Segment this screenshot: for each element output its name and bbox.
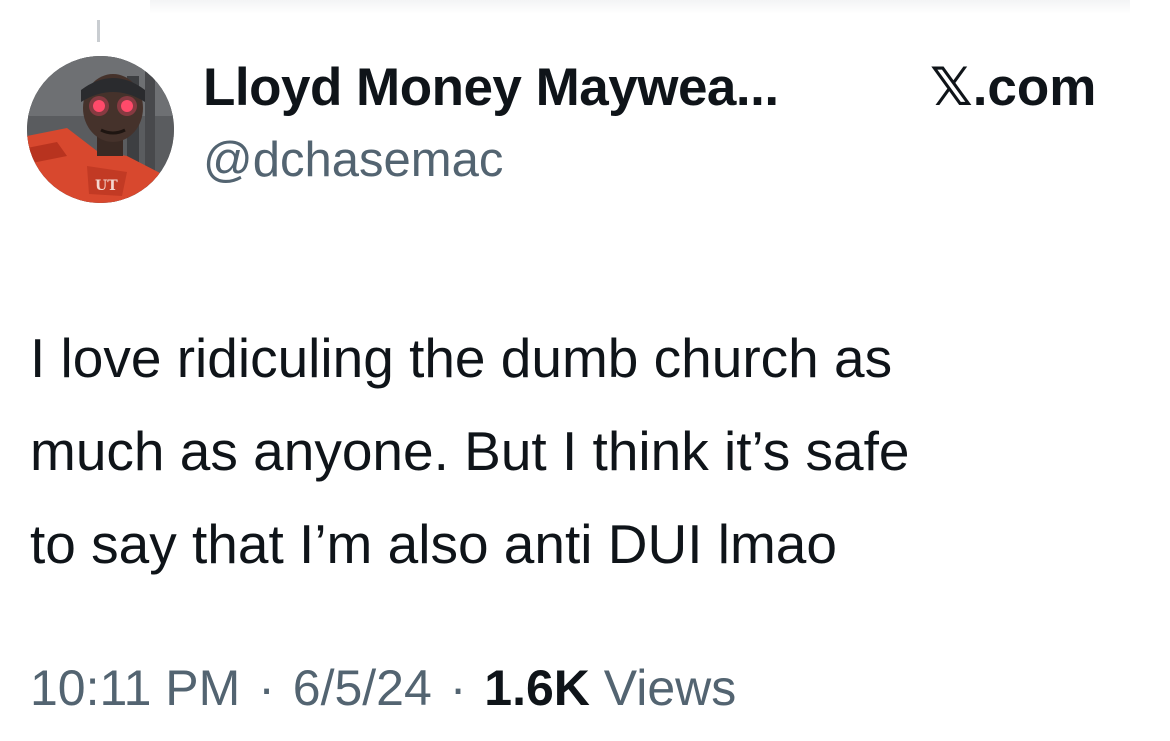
top-edge-fade [150,0,1130,14]
svg-text:UT: UT [95,178,118,194]
scroll-indicator [97,20,100,42]
tweet-metadata: 10:11 PM · 6/5/24 · 1.6K Views [30,655,736,721]
source-label: 𝕏.com [930,58,1097,117]
views-count: 1.6K [484,660,590,716]
meta-separator: · [258,660,275,716]
tweet-text-line: much as anyone. But I think it’s safe [30,420,910,482]
display-name[interactable]: Lloyd Money Maywea... [203,56,779,120]
tweet-text: I love ridiculing the dumb church as muc… [30,312,1140,591]
tweet-card: UT Lloyd Money Maywea... 𝕏.com @dchasema… [0,0,1170,741]
avatar[interactable]: UT [27,56,174,203]
tweet-time[interactable]: 10:11 PM [30,660,240,716]
views-label: Views [603,660,737,716]
player-avatar-icon: UT [27,56,174,203]
tweet-text-line: I love ridiculing the dumb church as [30,327,893,389]
user-handle[interactable]: @dchasemac [203,130,503,190]
tweet-text-line: to say that I’m also anti DUI lmao [30,513,837,575]
tweet-date[interactable]: 6/5/24 [293,660,432,716]
meta-separator: · [449,660,467,716]
